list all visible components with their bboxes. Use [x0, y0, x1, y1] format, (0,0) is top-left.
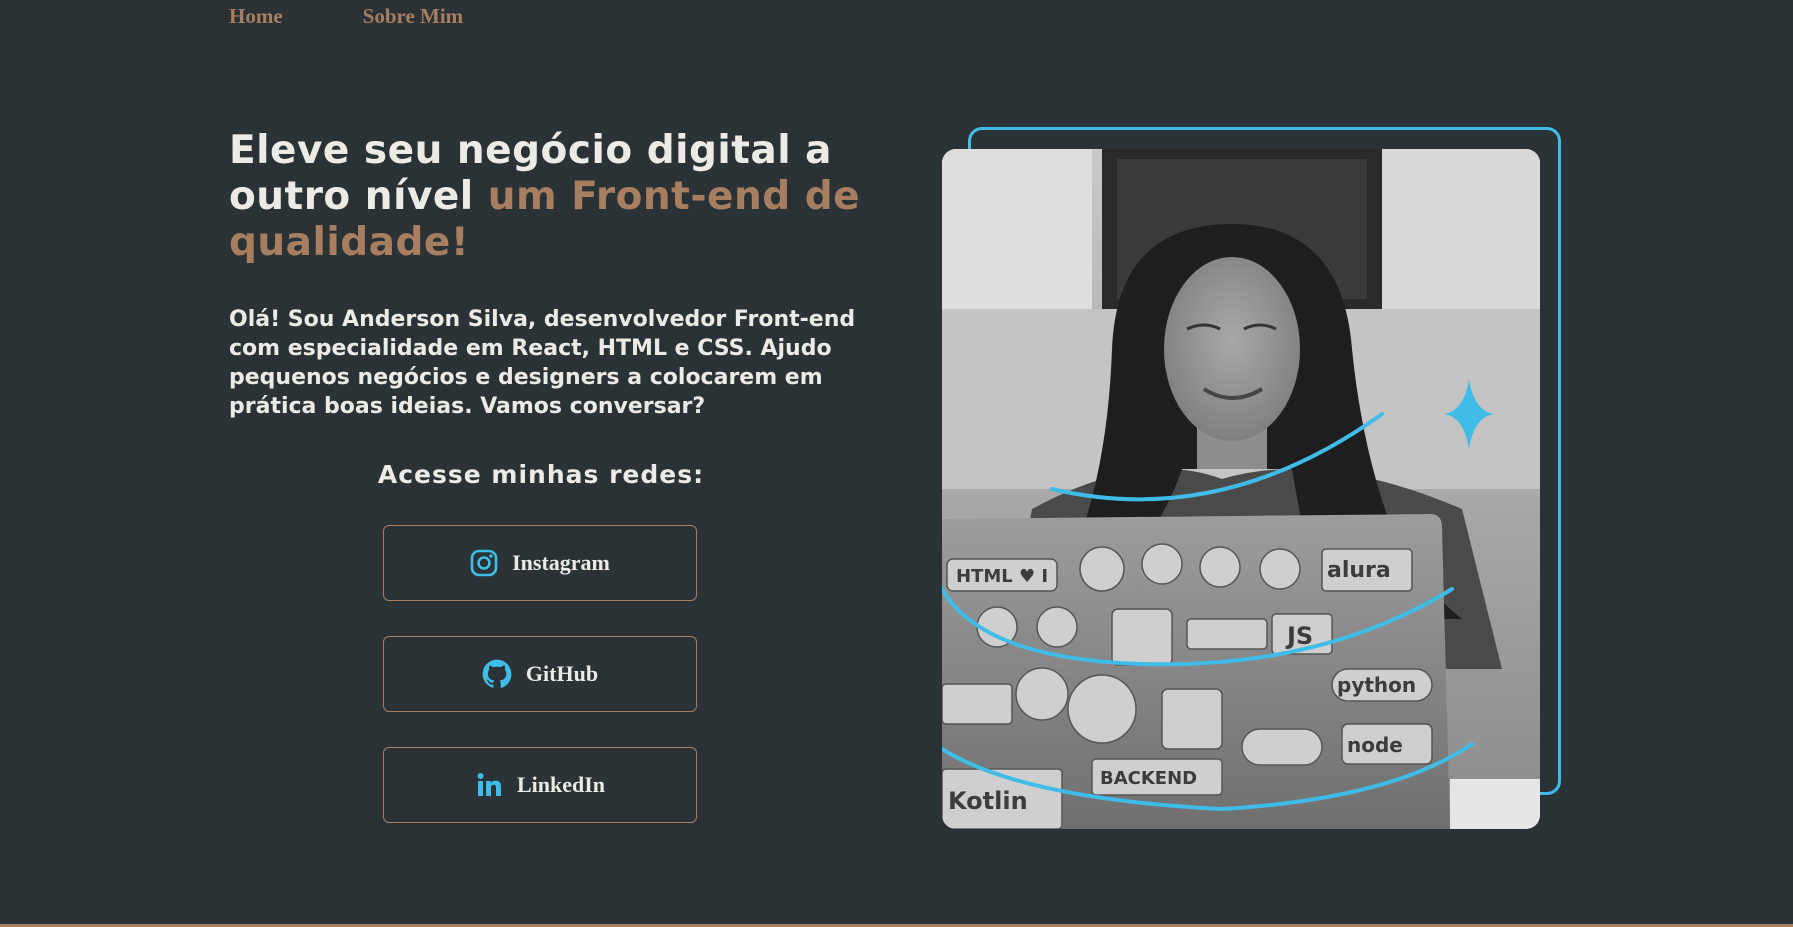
linkedin-icon: [475, 771, 503, 799]
hero-intro: Olá! Sou Anderson Silva, desenvolvedor F…: [229, 307, 856, 419]
github-label: GitHub: [525, 661, 599, 686]
instagram-icon: [470, 549, 498, 577]
top-nav: Home Sobre Mim: [229, 4, 463, 29]
linkedin-button[interactable]: LinkedIn: [383, 747, 697, 823]
github-button[interactable]: GitHub: [383, 636, 697, 712]
instagram-label: Instagram: [512, 550, 610, 575]
instagram-button[interactable]: Instagram: [383, 525, 697, 601]
nav-about-link[interactable]: Sobre Mim: [363, 4, 464, 29]
sticker-js-text: JS: [1285, 622, 1313, 650]
sticker-alura-text: alura: [1327, 558, 1391, 583]
linkedin-label: LinkedIn: [516, 772, 606, 797]
hero-headline: Eleve seu negócio digital a outro nível …: [229, 128, 869, 266]
nav-home-link[interactable]: Home: [229, 4, 283, 29]
sticker-backend-text: BACKEND: [1100, 768, 1197, 789]
sticker-node-text: node: [1347, 733, 1403, 757]
sticker-python-text: python: [1337, 673, 1416, 697]
github-icon: [482, 659, 512, 689]
hero-photo: HTML ♥ I alura JS python BACKEND Kotlin …: [942, 149, 1540, 829]
sticker-kotlin-text: Kotlin: [948, 787, 1028, 815]
social-title: Acesse minhas redes:: [377, 460, 705, 489]
sticker-html-text: HTML ♥ I: [956, 566, 1048, 587]
